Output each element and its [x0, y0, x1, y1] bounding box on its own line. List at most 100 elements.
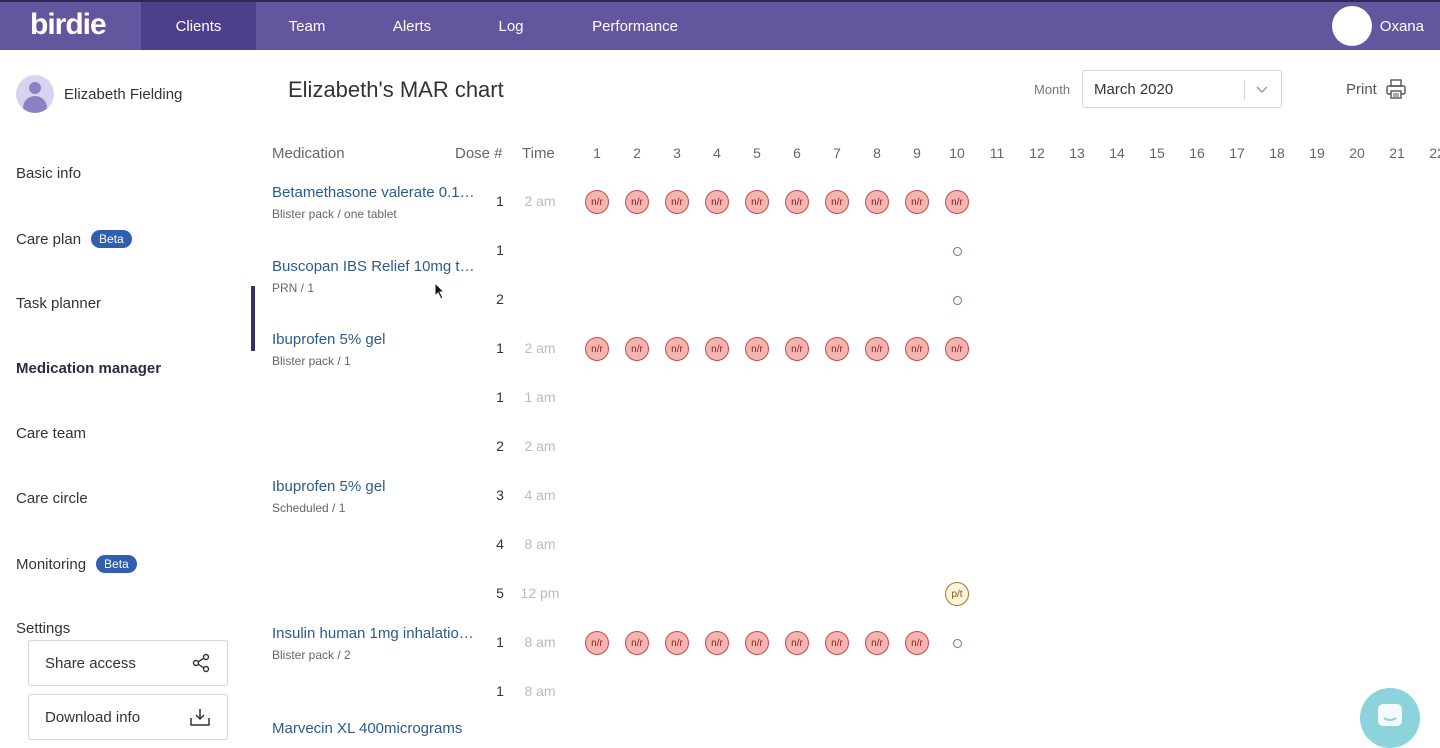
print-button[interactable]: Print	[1346, 78, 1407, 100]
dose-status-nr[interactable]: n/r	[945, 190, 969, 214]
dose-status-nr[interactable]: n/r	[705, 631, 729, 655]
dose-status-nr[interactable]: n/r	[905, 631, 929, 655]
medication-name[interactable]: Buscopan IBS Relief 10mg tablets	[272, 258, 480, 275]
dose-number: 1	[496, 634, 504, 650]
dose-status-nr[interactable]: n/r	[945, 337, 969, 361]
dose-status-nr[interactable]: n/r	[865, 631, 889, 655]
pending-dose-marker[interactable]	[952, 246, 962, 256]
dose-time: 1 am	[524, 389, 556, 405]
sidebar-item-settings[interactable]: Settings	[16, 620, 70, 637]
medication-name[interactable]: Betamethasone valerate 0.1% cream	[272, 184, 480, 201]
user-name[interactable]: Oxana	[1380, 18, 1424, 35]
dose-status-nr[interactable]: n/r	[705, 337, 729, 361]
dose-status-nr[interactable]: n/r	[905, 337, 929, 361]
nav-log[interactable]: Log	[466, 2, 556, 50]
col-header-medication: Medication	[272, 145, 345, 162]
dose-time: 8 am	[524, 634, 556, 650]
sidebar-item-label: Care team	[16, 425, 87, 442]
download-icon	[190, 709, 210, 726]
medication-name[interactable]: Ibuprofen 5% gel	[272, 331, 480, 348]
sidebar-item-medication-manager[interactable]: Medication manager	[16, 360, 161, 377]
nav-team[interactable]: Team	[256, 2, 358, 50]
medication-sub: Blister pack / one tablet	[272, 207, 397, 221]
dose-status-nr[interactable]: n/r	[825, 190, 849, 214]
client-header: Elizabeth Fielding	[16, 75, 182, 113]
dose-time: 8 am	[524, 683, 556, 699]
user-menu[interactable]: Oxana	[1331, 6, 1424, 46]
dose-status-nr[interactable]: n/r	[585, 631, 609, 655]
beta-badge: Beta	[91, 230, 132, 248]
day-header: 14	[1109, 145, 1125, 161]
sidebar-item-label: Task planner	[16, 295, 102, 312]
medication-sub: Blister pack / 2	[272, 648, 351, 662]
chat-icon	[1378, 704, 1402, 726]
dose-status-nr[interactable]: n/r	[665, 337, 689, 361]
sidebar-item-basic-info[interactable]: Basic info	[16, 165, 81, 182]
sidebar-item-care-plan[interactable]: Care plan Beta	[16, 230, 132, 248]
day-header: 15	[1149, 145, 1165, 161]
medication-sub: Scheduled / 1	[272, 501, 346, 515]
day-header: 11	[989, 145, 1005, 161]
dose-status-nr[interactable]: n/r	[585, 337, 609, 361]
share-access-button[interactable]: Share access	[28, 640, 228, 686]
chat-launcher-button[interactable]	[1360, 688, 1420, 748]
sidebar: Elizabeth Fielding Basic info Care plan …	[0, 50, 256, 740]
medication-name[interactable]: Marvecin XL 400micrograms	[272, 720, 480, 737]
medication-name[interactable]: Ibuprofen 5% gel	[272, 478, 480, 495]
day-header: 6	[793, 145, 801, 161]
day-header: 22	[1429, 145, 1440, 161]
day-header: 13	[1069, 145, 1085, 161]
day-header: 20	[1349, 145, 1365, 161]
day-header: 5	[753, 145, 761, 161]
share-access-label: Share access	[45, 654, 136, 672]
sidebar-item-care-team[interactable]: Care team	[16, 425, 86, 442]
dose-status-pt[interactable]: p/t	[945, 582, 969, 606]
dose-status-nr[interactable]: n/r	[625, 631, 649, 655]
dose-number: 1	[496, 193, 504, 209]
dose-time: 2 am	[524, 193, 556, 209]
dose-status-nr[interactable]: n/r	[825, 337, 849, 361]
dose-status-nr[interactable]: n/r	[745, 190, 769, 214]
sidebar-item-care-circle[interactable]: Care circle	[16, 490, 88, 507]
dose-status-nr[interactable]: n/r	[785, 631, 809, 655]
download-info-label: Download info	[45, 708, 141, 726]
dose-status-nr[interactable]: n/r	[825, 631, 849, 655]
dose-status-nr[interactable]: n/r	[585, 190, 609, 214]
day-header: 19	[1309, 145, 1325, 161]
dose-status-nr[interactable]: n/r	[665, 631, 689, 655]
month-select[interactable]: March 2020	[1082, 70, 1282, 108]
active-indicator	[251, 286, 255, 351]
nav-clients[interactable]: Clients	[141, 2, 256, 50]
client-name: Elizabeth Fielding	[64, 85, 183, 103]
day-header: 2	[633, 145, 641, 161]
nav-alerts[interactable]: Alerts	[358, 2, 466, 50]
birdie-logo[interactable]: birdie	[30, 8, 107, 42]
medication-sub: Blister pack / 1	[272, 354, 351, 368]
dose-status-nr[interactable]: n/r	[745, 631, 769, 655]
download-info-button[interactable]: Download info	[28, 694, 228, 740]
day-header: 8	[873, 145, 881, 161]
dose-status-nr[interactable]: n/r	[625, 337, 649, 361]
dose-time: 12 pm	[520, 585, 560, 601]
print-label: Print	[1346, 80, 1377, 98]
pending-dose-marker[interactable]	[952, 295, 962, 305]
dose-status-nr[interactable]: n/r	[865, 190, 889, 214]
page-title: Elizabeth's MAR chart	[288, 77, 504, 102]
dose-status-nr[interactable]: n/r	[785, 190, 809, 214]
dose-number: 2	[496, 291, 504, 307]
dose-status-nr[interactable]: n/r	[665, 190, 689, 214]
nav-performance[interactable]: Performance	[556, 2, 714, 50]
dose-number: 1	[496, 340, 504, 356]
dose-status-nr[interactable]: n/r	[745, 337, 769, 361]
sidebar-item-monitoring[interactable]: Monitoring Beta	[16, 555, 137, 573]
dose-status-nr[interactable]: n/r	[705, 190, 729, 214]
pending-dose-marker[interactable]	[952, 638, 962, 648]
user-avatar[interactable]	[1331, 6, 1372, 46]
sidebar-item-task-planner[interactable]: Task planner	[16, 295, 101, 312]
dose-status-nr[interactable]: n/r	[865, 337, 889, 361]
dose-status-nr[interactable]: n/r	[625, 190, 649, 214]
dose-status-nr[interactable]: n/r	[785, 337, 809, 361]
col-header-time: Time	[522, 145, 555, 162]
dose-status-nr[interactable]: n/r	[905, 190, 929, 214]
medication-name[interactable]: Insulin human 1mg inhalation powder	[272, 625, 480, 642]
